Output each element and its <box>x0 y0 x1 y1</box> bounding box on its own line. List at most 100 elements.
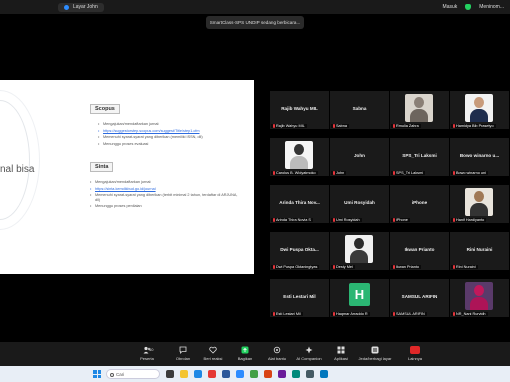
participant-tile[interactable]: Carolus B. Widyatmoko <box>270 138 329 176</box>
chat-label: Obrolan <box>175 356 191 361</box>
settings-app-icon[interactable] <box>306 370 314 378</box>
powerpoint-app-icon[interactable] <box>264 370 272 378</box>
participant-display-name: Rini Nuraini <box>466 247 493 252</box>
pause-icon <box>371 346 379 354</box>
scopus-link[interactable]: https://suggestorstep.scopus.com/suggest… <box>98 129 248 134</box>
sparkle-icon <box>305 346 313 354</box>
participant-tile[interactable]: Bowo winarno u... Bowo winarno uni <box>450 138 509 176</box>
participant-tile[interactable]: Rajib Wahyu MIL Rajib Wahyu MIL <box>270 91 329 129</box>
teams-app-icon[interactable] <box>278 370 286 378</box>
participant-tile[interactable]: Umi Rosyidah Umi Rosyidah <box>330 185 389 223</box>
search-placeholder: Cari <box>116 372 125 377</box>
participant-name-label: Hamidya Bib Prasetyo <box>451 124 496 128</box>
mic-muted-icon <box>453 124 455 128</box>
participant-label-text: Esti Lestari Mil <box>276 312 301 316</box>
participant-tile[interactable]: SAMSUL ARIFIN SAMSUL ARIFIN <box>390 279 449 317</box>
mail-app-icon[interactable] <box>320 370 328 378</box>
file-explorer-icon[interactable] <box>180 370 188 378</box>
participant-tile[interactable]: H Haqmar Arraddo R <box>330 279 389 317</box>
participant-name-label: Bowo winarno uni <box>451 171 488 175</box>
participants-button[interactable]: Peserta <box>132 346 162 361</box>
participant-label-text: Rini Nuraini <box>456 265 476 269</box>
share-screen-icon <box>241 346 249 354</box>
shield-icon[interactable] <box>465 4 472 10</box>
participant-display-name: Esti Lestari Mil <box>283 294 316 299</box>
participant-tile[interactable]: Hanif Hardiyanto <box>450 185 509 223</box>
more-button[interactable]: Lainnya <box>402 346 428 361</box>
participant-tile[interactable]: Sabna Sabna <box>330 91 389 129</box>
participant-name-label: Rini Nuraini <box>451 265 478 269</box>
participant-display-name: SPS_Tri Laksmi <box>402 153 437 158</box>
view-label[interactable]: Masuk <box>443 4 458 10</box>
apps-button[interactable]: Aplikasi <box>326 346 356 361</box>
participant-tile[interactable]: Rini Nuraini Rini Nuraini <box>450 232 509 270</box>
taskbar-search-input[interactable]: Cari <box>106 369 160 379</box>
screen-share-indicator[interactable]: Layar John <box>58 3 104 12</box>
os-taskbar: Cari <box>0 366 510 382</box>
participant-tile[interactable]: iPhone iPhone <box>390 185 449 223</box>
mic-muted-icon <box>273 171 275 175</box>
share-button[interactable]: Bagikan <box>230 346 260 361</box>
mic-muted-icon <box>393 171 395 175</box>
tools-button[interactable]: Alat bantu <box>262 346 292 361</box>
office-app-icon[interactable] <box>208 370 216 378</box>
participant-label-text: Bowo winarno uni <box>456 171 486 175</box>
participant-tile[interactable]: NR_Nani Rurvidh <box>450 279 509 317</box>
mic-muted-icon <box>453 265 455 269</box>
participant-tile[interactable]: Hamidya Bib Prasetyo <box>450 91 509 129</box>
participant-tile[interactable]: Desty Mei <box>330 232 389 270</box>
zoom-app-icon[interactable] <box>236 370 244 378</box>
edge-browser-icon[interactable] <box>194 370 202 378</box>
sinta-heading: Sinta <box>90 162 114 172</box>
participant-label-text: Haqmar Arraddo R <box>336 312 368 316</box>
meeting-top-bar: Layar John Masuk Meninom... <box>0 0 510 14</box>
participant-name-label: Haqmar Arraddo R <box>331 312 370 316</box>
speaking-toast: SmartClass-SPS UNDIP sedang berbicara... <box>206 16 304 29</box>
participant-tile[interactable]: SPS_Tri Laksmi SPS_Tri Laksmi <box>390 138 449 176</box>
participant-name-label: Sabna <box>331 124 349 128</box>
participant-tile[interactable]: John John <box>330 138 389 176</box>
scopus-item: Memenuhi syarat-syarat yang diberikan (m… <box>98 135 248 140</box>
participant-name-label: NR_Nani Rurvidh <box>451 312 488 316</box>
mic-muted-icon <box>333 124 335 128</box>
participant-label-text: iPhone <box>396 218 408 222</box>
shared-slide: nal bisa Scopus Mengajukan/mendaftarkan … <box>0 80 254 274</box>
participant-tile[interactable]: Dwi Puspa Okta... Dwi Puspa Oktaningtyas <box>270 232 329 270</box>
more-icon <box>410 346 420 354</box>
participant-tile[interactable]: Ikwan Prianto Ikwan Prianto <box>390 232 449 270</box>
participant-tile[interactable]: Rmulia Zahra <box>390 91 449 129</box>
participant-label-text: Arinda Thira Novia S <box>276 218 311 222</box>
mic-muted-icon <box>333 312 335 316</box>
participant-name-label: Rajib Wahyu MIL <box>271 124 307 128</box>
chrome-browser-icon[interactable] <box>250 370 258 378</box>
participant-video <box>465 282 493 310</box>
top-right-controls: Masuk Meninom... <box>443 2 504 12</box>
scopus-heading: Scopus <box>90 104 120 114</box>
store-app-icon[interactable] <box>292 370 300 378</box>
windows-start-icon[interactable] <box>93 370 101 378</box>
sinta-link[interactable]: https://sinta.kemdikbud.go.id/journal <box>90 187 240 192</box>
participant-label-text: SPS_Tri Laksmi <box>396 171 424 175</box>
mic-muted-icon <box>273 124 275 128</box>
mic-muted-icon <box>393 218 395 222</box>
reactions-button[interactable]: Beri reaksi <box>198 346 228 361</box>
participant-avatar: H <box>349 283 370 306</box>
task-view-icon[interactable] <box>166 370 174 378</box>
participant-name-label: iPhone <box>391 218 410 222</box>
participant-tile[interactable]: Esti Lestari Mil Esti Lestari Mil <box>270 279 329 317</box>
participant-name-label: Arinda Thira Novia S <box>271 218 313 222</box>
apps-icon <box>337 346 345 354</box>
meeting-menu-label[interactable]: Meninom... <box>479 4 504 10</box>
participant-tile[interactable]: Arinda Thira Nov... Arinda Thira Novia S <box>270 185 329 223</box>
ai-companion-button[interactable]: AI Companion <box>294 346 324 361</box>
mic-muted-icon <box>453 218 455 222</box>
sinta-item: Mengajukan/mendaftarkan jurnal: <box>90 180 240 185</box>
sinta-list: Mengajukan/mendaftarkan jurnal: https://… <box>90 180 240 211</box>
participant-display-name: Ikwan Prianto <box>404 247 435 252</box>
word-app-icon[interactable] <box>222 370 230 378</box>
tools-label: Alat bantu <box>267 356 286 361</box>
mic-muted-icon <box>393 312 395 316</box>
participant-name-label: Rmulia Zahra <box>391 124 421 128</box>
chat-button[interactable]: Obrolan <box>168 346 198 361</box>
pause-share-button[interactable]: Jeda/berbagi layar <box>358 346 392 361</box>
